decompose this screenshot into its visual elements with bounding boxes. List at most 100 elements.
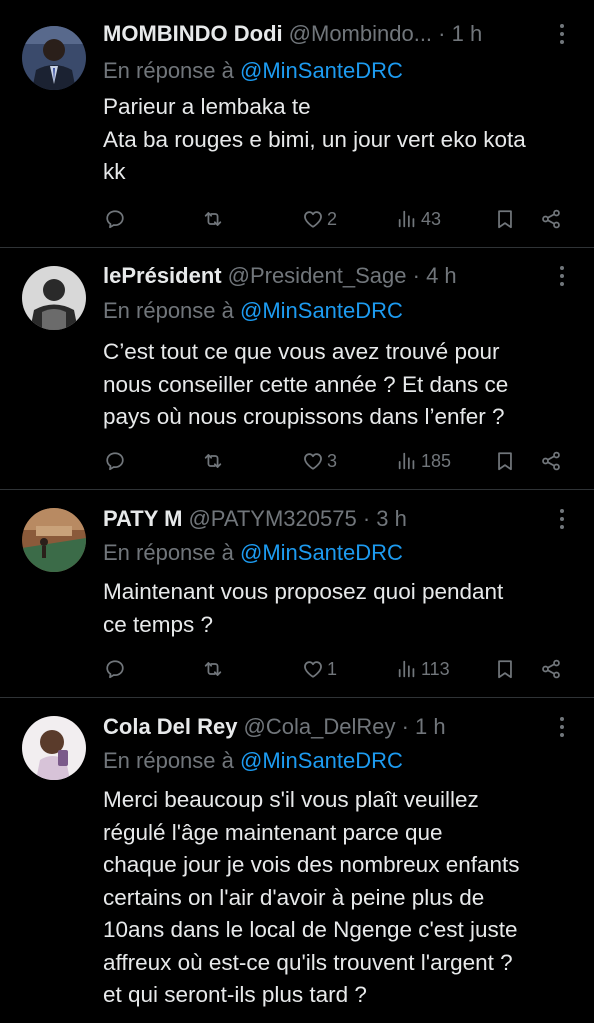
text-line: Merci beaucoup s'il vous plaît veuillez — [103, 787, 479, 812]
reply-button[interactable] — [104, 204, 126, 234]
more-options-icon[interactable] — [552, 19, 572, 49]
views-button[interactable]: 185 — [396, 446, 451, 476]
timestamp[interactable]: 3 h — [376, 506, 407, 531]
share-button[interactable] — [540, 654, 562, 684]
reply-button[interactable] — [104, 654, 126, 684]
avatar[interactable] — [22, 508, 86, 572]
tweet-text: Maintenant vous proposez quoi pendant ce… — [103, 576, 583, 641]
text-line: ce temps ? — [103, 611, 214, 637]
repost-icon — [204, 662, 222, 676]
display-name[interactable]: lePrésident — [103, 263, 222, 288]
more-options-icon[interactable] — [552, 261, 572, 291]
action-bar: 1 113 — [0, 654, 594, 684]
share-icon — [542, 209, 560, 229]
avatar[interactable] — [22, 26, 86, 90]
display-name[interactable]: MOMBINDO Dodi — [103, 21, 283, 46]
text-line: Ata ba rouges e bimi, un jour vert eko k… — [103, 126, 526, 152]
text-line: kk — [103, 159, 126, 184]
tweet[interactable]: lePrésident @President_Sage · 4 h En répo… — [0, 248, 594, 490]
views-count: 43 — [421, 208, 442, 229]
reply-context: En réponse à @MinSanteDRC — [103, 296, 403, 326]
repost-button[interactable] — [202, 204, 224, 234]
action-bar: 2 43 — [0, 204, 594, 234]
mention-link[interactable]: @MinSanteDRC — [240, 540, 403, 565]
separator-dot: · — [406, 263, 427, 288]
text-line: Maintenant vous proposez quoi pendant — [103, 579, 504, 604]
separator-dot: · — [395, 714, 416, 739]
timestamp[interactable]: 4 h — [426, 263, 457, 288]
views-chart-icon — [398, 660, 415, 678]
text-line: affreux où est-ce qu'ils trouvent l'arge… — [103, 949, 513, 975]
repost-button[interactable] — [202, 446, 224, 476]
mention-link[interactable]: @MinSanteDRC — [240, 298, 403, 323]
display-name[interactable]: Cola Del Rey — [103, 714, 238, 739]
display-name[interactable]: PATY M — [103, 506, 182, 531]
reply-context: En réponse à @MinSanteDRC — [103, 56, 403, 86]
bookmark-icon — [498, 210, 512, 229]
views-button[interactable]: 43 — [396, 204, 441, 234]
views-count: 113 — [421, 658, 450, 679]
timestamp[interactable]: 1 h — [415, 714, 446, 739]
share-button[interactable] — [540, 446, 562, 476]
like-count: 1 — [327, 658, 338, 679]
like-button[interactable]: 3 — [302, 446, 337, 476]
text-line: pays où nous croupissons dans l’enfer ? — [103, 404, 505, 429]
reply-context: En réponse à @MinSanteDRC — [103, 746, 403, 776]
user-handle[interactable]: @President_Sage — [228, 263, 407, 288]
timestamp[interactable]: 1 h — [452, 21, 483, 46]
repost-button[interactable] — [202, 654, 224, 684]
avatar-photo-icon — [22, 266, 86, 330]
bookmark-button[interactable] — [494, 654, 516, 684]
bookmark-button[interactable] — [494, 446, 516, 476]
more-options-icon[interactable] — [552, 504, 572, 534]
like-button[interactable]: 2 — [302, 204, 337, 234]
reply-button[interactable] — [104, 446, 126, 476]
text-line: 10ans dans le local de Ngenge c'est just… — [103, 917, 518, 942]
avatar-photo-icon — [22, 26, 86, 90]
share-icon — [542, 659, 560, 679]
reply-icon — [106, 660, 124, 679]
avatar-photo-icon — [22, 716, 86, 780]
avatar[interactable] — [22, 716, 86, 780]
user-handle[interactable]: @Cola_DelRey — [244, 714, 396, 739]
mention-link[interactable]: @MinSanteDRC — [240, 748, 403, 773]
share-button[interactable] — [540, 204, 562, 234]
user-handle[interactable]: @PATYM320575 — [188, 506, 356, 531]
tweet[interactable]: Cola Del Rey @Cola_DelRey · 1 h En répons… — [0, 698, 594, 1023]
mention-link[interactable]: @MinSanteDRC — [240, 58, 403, 83]
heart-icon — [304, 453, 322, 470]
views-button[interactable]: 113 — [396, 654, 450, 684]
reply-prefix: En réponse à — [103, 298, 240, 323]
separator-dot: · — [356, 506, 377, 531]
text-line: régulé l'âge maintenant parce que — [103, 819, 443, 845]
text-line: C’est tout ce que vous avez trouvé pour — [103, 339, 500, 364]
reply-prefix: En réponse à — [103, 748, 240, 773]
reply-icon — [106, 210, 124, 229]
reply-icon — [106, 452, 124, 471]
reply-prefix: En réponse à — [103, 540, 240, 565]
repost-icon — [204, 212, 222, 226]
tweet-header: Cola Del Rey @Cola_DelRey · 1 h — [103, 712, 544, 742]
bookmark-button[interactable] — [494, 204, 516, 234]
avatar[interactable] — [22, 266, 86, 330]
text-line: nous conseiller cette année ? Et dans ce — [103, 371, 509, 397]
like-button[interactable]: 1 — [302, 654, 337, 684]
tweet[interactable]: PATY M @PATYM320575 · 3 h En réponse à @M… — [0, 490, 594, 698]
repost-icon — [204, 454, 222, 468]
tweet-header: PATY M @PATYM320575 · 3 h — [103, 504, 544, 534]
bookmark-icon — [498, 452, 512, 471]
tweet-text: Parieur a lembaka te Ata ba rouges e bim… — [103, 91, 583, 189]
tweet[interactable]: MOMBINDO Dodi @Mombindo... · 1 h En répon… — [0, 0, 594, 248]
heart-icon — [304, 661, 322, 678]
views-chart-icon — [398, 452, 415, 470]
avatar-photo-icon — [22, 508, 86, 572]
views-count: 185 — [421, 450, 452, 471]
tweet-text: C’est tout ce que vous avez trouvé pour … — [103, 336, 583, 434]
views-chart-icon — [398, 210, 415, 228]
user-handle[interactable]: @Mombindo... — [289, 21, 432, 46]
more-options-icon[interactable] — [552, 712, 572, 742]
text-line: et qui seront-ils plus tard ? — [103, 982, 367, 1007]
text-line: Parieur a lembaka te — [103, 94, 311, 119]
action-bar: 3 185 — [0, 446, 594, 476]
bookmark-icon — [498, 660, 512, 679]
